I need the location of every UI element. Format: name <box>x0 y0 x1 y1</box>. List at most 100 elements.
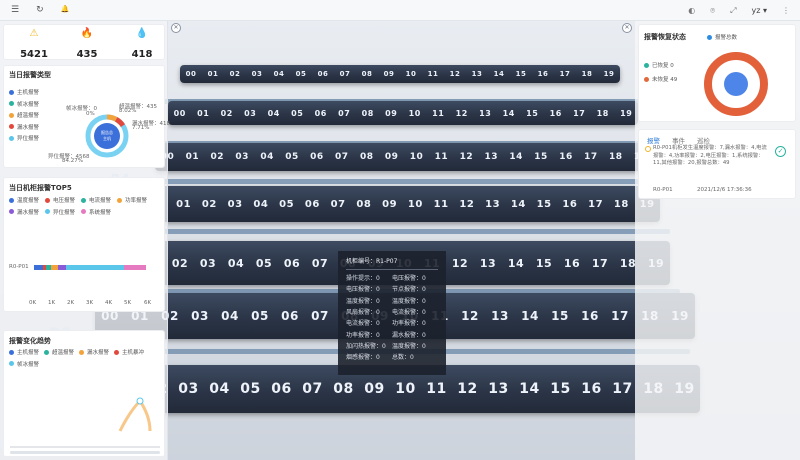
cabinet-18[interactable]: 18 <box>591 109 615 118</box>
cabinet-07[interactable]: 07 <box>329 152 354 162</box>
cabinet-14[interactable]: 14 <box>504 152 529 162</box>
cabinet-15[interactable]: 15 <box>530 257 558 270</box>
cabinet-16[interactable]: 16 <box>554 152 579 162</box>
cabinet-13[interactable]: 13 <box>474 257 502 270</box>
cabinet-12[interactable]: 12 <box>455 309 485 323</box>
cabinet-00[interactable]: 00 <box>180 70 202 78</box>
refresh-icon[interactable]: ↻ <box>36 5 44 15</box>
recovery-ring-chart[interactable] <box>701 49 771 119</box>
cabinet-01[interactable]: 01 <box>180 152 205 162</box>
cabinet-09[interactable]: 09 <box>377 199 403 210</box>
cabinet-02[interactable]: 02 <box>224 70 246 78</box>
cabinet-13[interactable]: 13 <box>483 381 514 397</box>
cabinet-06[interactable]: 06 <box>278 257 306 270</box>
cabinet-16[interactable]: 16 <box>557 199 583 210</box>
cabinet-10[interactable]: 10 <box>404 152 429 162</box>
cabinet-16[interactable]: 16 <box>544 109 568 118</box>
cabinet-00[interactable]: 00 <box>168 109 192 118</box>
cabinet-07[interactable]: 07 <box>305 309 335 323</box>
cabinet-03[interactable]: 03 <box>194 257 222 270</box>
cabinet-11[interactable]: 11 <box>421 381 452 397</box>
cabinet-02[interactable]: 02 <box>215 109 239 118</box>
cabinet-13[interactable]: 13 <box>485 309 515 323</box>
cabinet-08[interactable]: 08 <box>328 381 359 397</box>
top5-stacked-bar[interactable] <box>34 265 146 270</box>
cabinet-03[interactable]: 03 <box>173 381 204 397</box>
cabinet-05[interactable]: 05 <box>250 257 278 270</box>
cabinet-15[interactable]: 15 <box>545 309 575 323</box>
cabinet-03[interactable]: 03 <box>222 199 248 210</box>
cabinet-07[interactable]: 07 <box>334 70 356 78</box>
cabinet-08[interactable]: 08 <box>356 109 380 118</box>
cabinet-11[interactable]: 11 <box>427 109 451 118</box>
cabinet-14[interactable]: 14 <box>488 70 510 78</box>
trend-scrollbar[interactable] <box>10 451 160 454</box>
cabinet-18[interactable]: 18 <box>609 199 635 210</box>
tab-inspection[interactable]: 巡检 <box>697 135 710 145</box>
cabinet-14[interactable]: 14 <box>497 109 521 118</box>
cabinet-02[interactable]: 02 <box>205 152 230 162</box>
cabinet-05[interactable]: 05 <box>290 70 312 78</box>
cabinet-03[interactable]: 03 <box>230 152 255 162</box>
cabinet-13[interactable]: 13 <box>466 70 488 78</box>
cabinet-14[interactable]: 14 <box>502 257 530 270</box>
cabinet-06[interactable]: 06 <box>304 152 329 162</box>
trend-line-chart[interactable] <box>10 361 160 451</box>
theme-icon[interactable]: ◐ <box>688 6 695 15</box>
cabinet-07[interactable]: 07 <box>333 109 357 118</box>
cabinet-14[interactable]: 14 <box>515 309 545 323</box>
cabinet-04[interactable]: 04 <box>215 309 245 323</box>
cabinet-05[interactable]: 05 <box>286 109 310 118</box>
cabinet-08[interactable]: 08 <box>351 199 377 210</box>
cabinet-01[interactable]: 01 <box>192 109 216 118</box>
cabinet-18[interactable]: 18 <box>603 152 628 162</box>
alarm-type-donut[interactable]: 报告总 主机 <box>84 113 130 159</box>
cabinet-06[interactable]: 06 <box>309 109 333 118</box>
cabinet-15[interactable]: 15 <box>521 109 545 118</box>
cabinet-04[interactable]: 04 <box>248 199 274 210</box>
cabinet-14[interactable]: 14 <box>514 381 545 397</box>
cabinet-08[interactable]: 08 <box>356 70 378 78</box>
cabinet-03[interactable]: 03 <box>185 309 215 323</box>
fullscreen-icon[interactable]: ⤢ <box>730 6 736 16</box>
cabinet-04[interactable]: 04 <box>204 381 235 397</box>
cabinet-09[interactable]: 09 <box>378 70 400 78</box>
cabinet-11[interactable]: 11 <box>428 199 454 210</box>
cabinet-10[interactable]: 10 <box>403 199 429 210</box>
cabinet-15[interactable]: 15 <box>510 70 532 78</box>
cabinet-12[interactable]: 12 <box>454 199 480 210</box>
right-panel-close-icon[interactable]: ✕ <box>622 23 632 33</box>
cabinet-13[interactable]: 13 <box>474 109 498 118</box>
cabinet-04[interactable]: 04 <box>268 70 290 78</box>
cabinet-16[interactable]: 16 <box>576 381 607 397</box>
cabinet-17[interactable]: 17 <box>605 309 635 323</box>
cabinet-08[interactable]: 08 <box>354 152 379 162</box>
cabinet-03[interactable]: 03 <box>246 70 268 78</box>
rack-row-r3[interactable]: 0001020304050607080910111213141516171819 <box>145 186 660 222</box>
left-panel-close-icon[interactable]: ✕ <box>171 23 181 33</box>
cabinet-04[interactable]: 04 <box>255 152 280 162</box>
tab-alarm[interactable]: 报警 <box>647 135 660 145</box>
cabinet-17[interactable]: 17 <box>586 257 614 270</box>
cabinet-05[interactable]: 05 <box>245 309 275 323</box>
cabinet-11[interactable]: 11 <box>422 70 444 78</box>
cabinet-07[interactable]: 07 <box>306 257 334 270</box>
tab-event[interactable]: 事件 <box>672 135 685 145</box>
cabinet-06[interactable]: 06 <box>275 309 305 323</box>
rack-row-r6[interactable]: 00 01 02 03 04 05 06 07 08 09 10 11 12 13 14 15 16 17 18 19 <box>180 65 620 83</box>
check-circle-icon[interactable]: ✓ <box>775 146 786 157</box>
cabinet-09[interactable]: 09 <box>359 381 390 397</box>
cabinet-17[interactable]: 17 <box>583 199 609 210</box>
cabinet-05[interactable]: 05 <box>274 199 300 210</box>
cabinet-17[interactable]: 17 <box>568 109 592 118</box>
cabinet-12[interactable]: 12 <box>450 109 474 118</box>
cabinet-01[interactable]: 01 <box>171 199 197 210</box>
cabinet-18[interactable]: 18 <box>576 70 598 78</box>
cabinet-04[interactable]: 04 <box>262 109 286 118</box>
cabinet-12[interactable]: 12 <box>444 70 466 78</box>
cabinet-09[interactable]: 09 <box>380 109 404 118</box>
cabinet-04[interactable]: 04 <box>222 257 250 270</box>
tag-icon[interactable]: ⌾ <box>710 6 715 16</box>
cabinet-02[interactable]: 02 <box>166 257 194 270</box>
cabinet-06[interactable]: 06 <box>300 199 326 210</box>
